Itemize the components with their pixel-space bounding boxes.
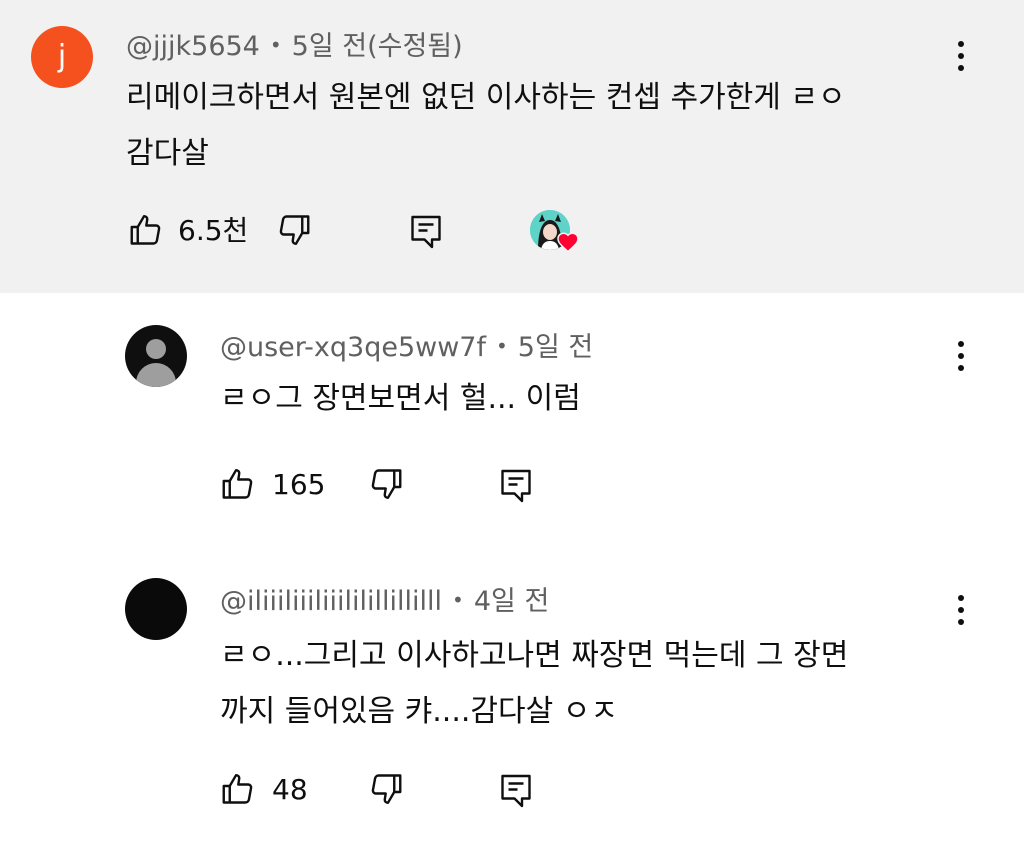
reply-button[interactable] (498, 464, 538, 508)
comment-meta: @jjjk5654 • 5일 전(수정됨) (126, 31, 463, 62)
comment-time: 5일 전 (517, 332, 594, 363)
like-count: 48 (272, 773, 308, 806)
comment-text-line: ㄹㅇ그 장면보면서 헐... 이럼 (220, 381, 581, 416)
reply-icon (411, 215, 441, 249)
comment-actions: 48 (220, 769, 550, 813)
thumbs-down-icon (371, 774, 402, 804)
comment-text: ㄹㅇ...그리고 이사하고나면 짜장면 먹는데 그 장면 까지 들어있음 캬..… (220, 628, 950, 740)
comment-reply: @user-xq3qe5ww7f • 5일 전 ㄹㅇ그 장면보면서 헐... 이럼 … (0, 293, 1024, 543)
thumbs-up-icon (222, 469, 253, 499)
more-vert-icon[interactable] (951, 592, 971, 628)
comment-text: 리메이크하면서 원본엔 없던 이사하는 컨셉 추가한게 ㄹㅇ 감다살 (126, 70, 856, 182)
comment-meta: @iliiiliiiliiililillillilll • 4일 전 (220, 586, 550, 617)
creator-heart (530, 210, 586, 256)
reply-icon (501, 469, 531, 503)
comment-author[interactable]: @user-xq3qe5ww7f (220, 332, 486, 363)
comment-reply: @iliiiliiiliiililillillilll • 4일 전 ㄹㅇ...그리… (0, 543, 1024, 866)
reply-icon (501, 774, 531, 808)
like-button[interactable]: 6.5천 (128, 210, 248, 254)
thumbs-up-icon (130, 215, 161, 245)
comment-highlighted: j @jjjk5654 • 5일 전(수정됨) 리메이크하면서 원본엔 없던 이사하… (0, 0, 1024, 293)
reply-button[interactable] (408, 210, 448, 254)
comment-text-line: 리메이크하면서 원본엔 없던 이사하는 컨셉 추가한게 ㄹㅇ (126, 80, 846, 115)
comment-text-line: 까지 들어있음 캬....감다살 ㅇㅈ (220, 694, 618, 729)
creator-heart-icon (557, 232, 579, 253)
comment-text-line: ㄹㅇ...그리고 이사하고나면 짜장면 먹는데 그 장면 (220, 638, 849, 673)
avatar[interactable] (125, 578, 187, 640)
comment-author[interactable]: @jjjk5654 (126, 31, 260, 62)
comment-time: 5일 전(수정됨) (291, 31, 463, 62)
like-button[interactable]: 165 (220, 464, 330, 508)
comment-time: 4일 전 (473, 586, 550, 617)
comment-text-line: 감다살 (126, 136, 209, 171)
dislike-button[interactable] (368, 464, 408, 508)
more-vert-icon[interactable] (951, 38, 971, 74)
like-count: 6.5천 (178, 214, 249, 247)
more-vert-icon[interactable] (951, 338, 971, 374)
thumbs-down-icon (371, 469, 402, 499)
dislike-button[interactable] (368, 769, 408, 813)
comment-actions: 6.5천 (128, 210, 598, 254)
comment-actions: 165 (220, 464, 550, 508)
comment-text: ㄹㅇ그 장면보면서 헐... 이럼 (220, 371, 950, 427)
avatar[interactable]: j (31, 26, 93, 88)
reply-button[interactable] (498, 769, 538, 813)
like-button[interactable]: 48 (220, 769, 330, 813)
like-count: 165 (272, 468, 326, 501)
comment-author[interactable]: @iliiiliiiliiililillillilll (220, 586, 442, 617)
thumbs-down-icon (279, 215, 310, 245)
thumbs-up-icon (222, 774, 253, 804)
avatar[interactable] (125, 325, 187, 387)
comment-meta: @user-xq3qe5ww7f • 5일 전 (220, 332, 594, 363)
avatar-letter: j (57, 39, 67, 74)
dislike-button[interactable] (276, 210, 316, 254)
